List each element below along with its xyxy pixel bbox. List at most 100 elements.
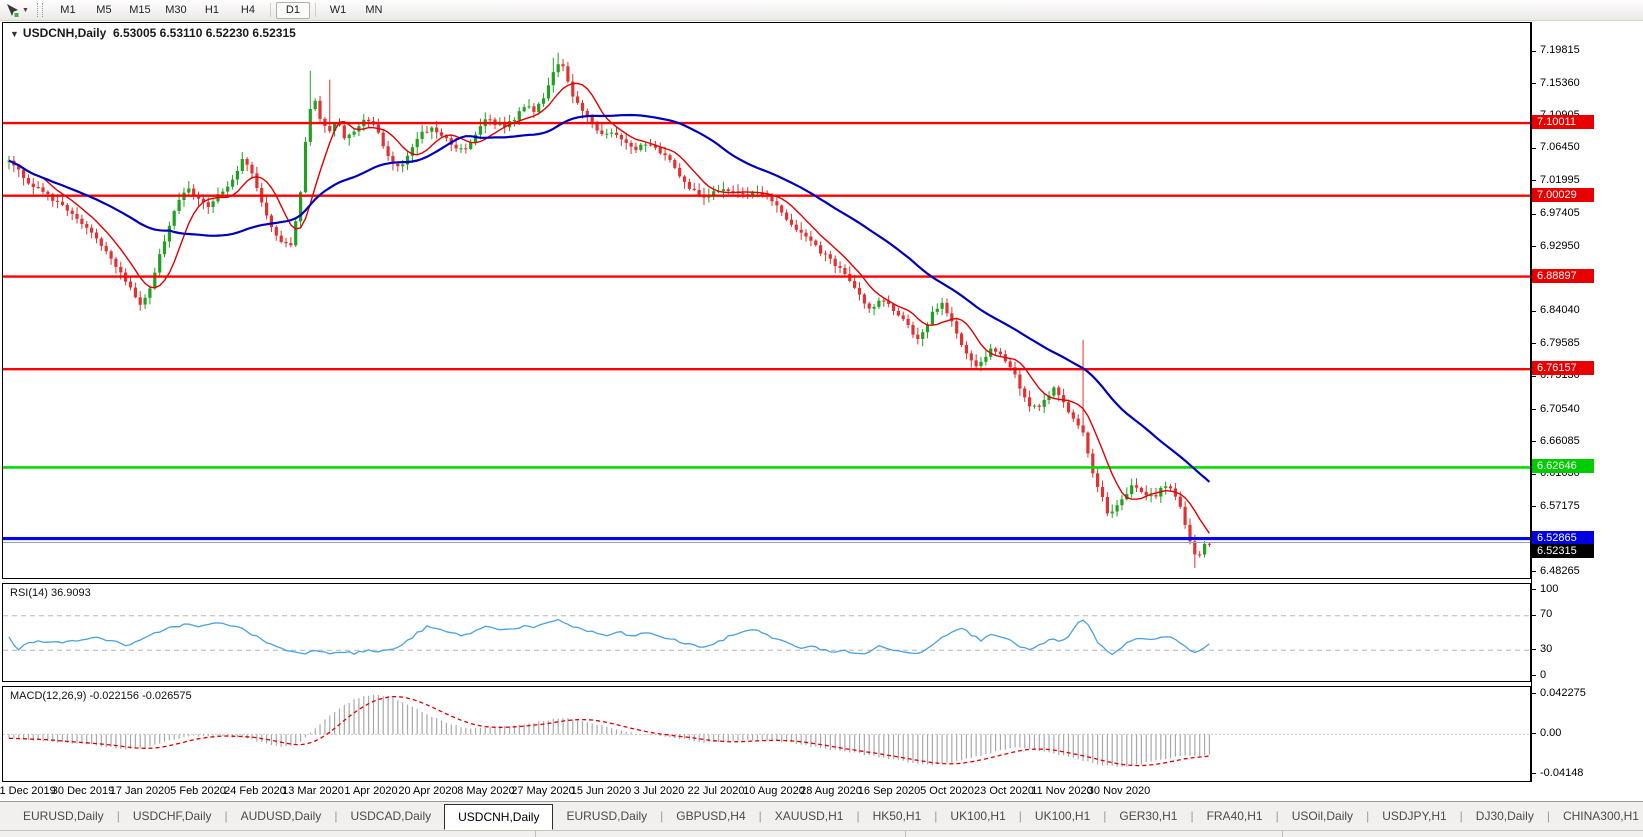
rsi-tick-label: 100 [1540,583,1558,596]
tab-usdcad-daily[interactable]: USDCAD,Daily [337,803,444,829]
chart-symbol-label: USDCNH,Daily [23,26,106,40]
macd-tick-label: 0.00 [1540,727,1561,740]
rsi-tick-label: 70 [1540,608,1552,621]
date-label: 20 Apr 2020 [398,785,457,797]
tab-usdjpy-h1[interactable]: USDJPY,H1 [1369,803,1459,829]
price-tick-label: 7.19815 [1540,44,1580,57]
tab-audusd-daily[interactable]: AUDUSD,Daily [228,803,335,829]
price-level-label: 7.00029 [1532,188,1594,202]
timeframe-button-mn[interactable]: MN [357,1,391,19]
date-label: 24 Feb 2020 [224,785,286,797]
price-tick-label: 7.06450 [1540,141,1580,154]
tab-gbpusd-h4[interactable]: GBPUSD,H4 [663,803,758,829]
tab-ger30-h1[interactable]: GER30,H1 [1106,803,1190,829]
macd-tick-mark [1532,773,1536,774]
price-level-label: 6.88897 [1532,269,1594,283]
timeframe-button-h1[interactable]: H1 [195,1,229,19]
price-level-label: 7.10011 [1532,115,1594,129]
rsi-tick-mark [1532,649,1536,650]
tool-dropdown-caret-icon[interactable]: ▼ [22,7,29,14]
price-tick-mark [1532,148,1536,149]
timeframe-button-m15[interactable]: M15 [123,1,157,19]
chart-tab-bar: EURUSD,Daily|USDCHF,Daily|AUDUSD,Daily|U… [0,801,1643,830]
date-label: 30 Dec 2019 [52,785,114,797]
price-tick-mark [1532,51,1536,52]
tab-usdcnh-daily[interactable]: USDCNH,Daily [444,804,553,830]
tab-eurusd-daily[interactable]: EURUSD,Daily [10,803,117,829]
timeframe-button-m30[interactable]: M30 [159,1,193,19]
price-tick-mark [1532,376,1536,377]
price-tick-label: 6.66085 [1540,435,1580,448]
status-strip [0,830,1643,837]
tab-usoil-daily[interactable]: USOil,Daily [1279,803,1366,829]
macd-plot[interactable] [3,687,1530,781]
date-label: 3 Jul 2020 [634,785,685,797]
chart-title: ▼ USDCNH,Daily 6.53005 6.53110 6.52230 6.… [10,26,296,40]
date-label: 28 Aug 2020 [800,785,862,797]
price-tick-label: 6.70540 [1540,403,1580,416]
rsi-tick-mark [1532,615,1536,616]
price-tick-mark [1532,180,1536,181]
rsi-plot[interactable] [3,584,1530,681]
macd-tick-label: 0.042275 [1540,687,1586,700]
date-label: 5 Oct 2020 [920,785,974,797]
tab-uk100-h1[interactable]: UK100,H1 [937,803,1018,829]
timeframe-separator [270,3,271,17]
price-tick-mark [1532,246,1536,247]
tab-eurusd-daily[interactable]: EURUSD,Daily [553,803,660,829]
chart-ohlc-quote: 6.53005 6.53110 6.52230 6.52315 [113,26,296,40]
chart-collapse-icon[interactable]: ▼ [10,29,19,39]
date-label: 15 Jun 2020 [571,785,632,797]
price-tick-label: 6.97405 [1540,207,1580,220]
price-tick-label: 6.84040 [1540,304,1580,317]
price-tick-mark [1532,474,1536,475]
price-tick-mark [1532,214,1536,215]
price-tick-label: 6.57175 [1540,500,1580,513]
date-axis[interactable]: 11 Dec 201930 Dec 201917 Jan 20205 Feb 2… [2,785,1531,800]
timeframe-button-d1[interactable]: D1 [276,2,310,19]
toolbar-grip[interactable] [37,3,43,17]
tab-xauusd-h1[interactable]: XAUUSD,H1 [762,803,857,829]
tab-usdchf-daily[interactable]: USDCHF,Daily [120,803,225,829]
macd-tick-label: -0.04148 [1540,767,1583,780]
main-chart-panel: ▼ USDCNH,Daily 6.53005 6.53110 6.52230 6.… [2,22,1531,579]
candlestick-plot[interactable] [3,23,1530,578]
tab-fra40-h1[interactable]: FRA40,H1 [1194,803,1276,829]
price-tick-label: 6.48265 [1540,565,1580,578]
status-separator [905,831,906,837]
timeframe-button-m5[interactable]: M5 [87,1,121,19]
tab-dj30-daily[interactable]: DJ30,Daily [1463,803,1547,829]
timeframe-button-m1[interactable]: M1 [51,1,85,19]
date-label: 8 May 2020 [457,785,514,797]
date-label: 16 Sep 2020 [858,785,920,797]
price-tick-mark [1532,343,1536,344]
timeframe-button-h4[interactable]: H4 [231,1,265,19]
tab-china300-h1[interactable]: CHINA300,H1 [1550,803,1643,829]
mt4-window: ▼ M1M5M15M30H1H4 D1 W1MN ▼ USDCNH,Daily 6.5… [0,0,1643,837]
tab-hk50-h1[interactable]: HK50,H1 [860,803,935,829]
date-label: 22 Jul 2020 [688,785,745,797]
price-axis-line [1531,22,1532,782]
date-label: 10 Aug 2020 [743,785,805,797]
price-tick-label: 6.92950 [1540,240,1580,253]
rsi-panel: RSI(14) 36.9093 [2,583,1531,682]
price-tick-mark [1532,571,1536,572]
tab-uk100-h1[interactable]: UK100,H1 [1022,803,1103,829]
status-separator [535,831,536,837]
price-level-label: 6.52315 [1532,544,1594,558]
date-label: 11 Nov 2020 [1031,785,1093,797]
rsi-indicator-label: RSI(14) 36.9093 [10,587,91,599]
date-label: 5 Feb 2020 [170,785,226,797]
macd-indicator-label: MACD(12,26,9) -0.022156 -0.026575 [10,690,192,702]
crosshair-tool-icon[interactable] [3,2,21,18]
price-level-label: 6.76157 [1532,361,1594,375]
date-label: 1 Apr 2020 [344,785,397,797]
timeframe-button-w1[interactable]: W1 [321,1,355,19]
rsi-tick-mark [1532,589,1536,590]
timeframe-group: M1M5M15M30H1H4 D1 W1MN [50,1,392,19]
rsi-tick-label: 30 [1540,643,1552,656]
price-tick-label: 7.01995 [1540,174,1580,187]
price-tick-mark [1532,311,1536,312]
price-tick-label: 7.15360 [1540,77,1580,90]
price-level-label: 6.52865 [1532,531,1594,545]
